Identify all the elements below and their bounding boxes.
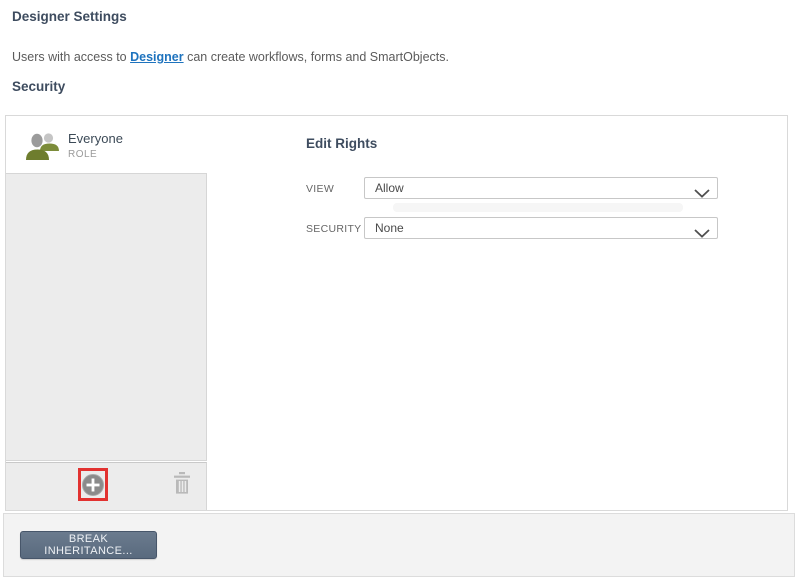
security-field-label: SECURITY	[306, 223, 362, 235]
add-button-highlight	[78, 468, 108, 501]
description-prefix: Users with access to	[12, 50, 131, 64]
page-description: Users with access to Designer can create…	[12, 50, 449, 64]
security-section-title: Security	[12, 79, 66, 94]
page-title: Designer Settings	[12, 9, 127, 24]
view-field-label: VIEW	[306, 183, 335, 195]
trash-icon	[172, 472, 192, 498]
role-people-icon	[25, 131, 61, 162]
plus-icon	[82, 473, 104, 499]
highlight-artifact	[393, 203, 683, 212]
security-select[interactable]: None	[364, 217, 718, 239]
delete-member-button[interactable]	[172, 472, 192, 495]
role-name[interactable]: Everyone	[68, 131, 123, 146]
designer-settings-page: Designer Settings Users with access to D…	[0, 0, 800, 583]
break-inheritance-button[interactable]: BREAK INHERITANCE...	[20, 531, 157, 559]
chevron-down-icon	[694, 224, 710, 244]
role-type-label: ROLE	[68, 149, 98, 160]
add-member-button[interactable]	[82, 473, 104, 499]
security-select-value: None	[375, 221, 404, 235]
security-panel: Everyone ROLE Edit Rights VIEW Allow SEC…	[5, 115, 788, 511]
description-suffix: can create workflows, forms and SmartObj…	[183, 50, 449, 64]
view-select-value: Allow	[375, 181, 404, 195]
chevron-down-icon	[694, 184, 710, 204]
edit-rights-title: Edit Rights	[306, 136, 378, 151]
view-select[interactable]: Allow	[364, 177, 718, 199]
footer-bar: BREAK INHERITANCE...	[3, 513, 795, 577]
member-list[interactable]	[6, 173, 207, 461]
designer-link[interactable]: Designer	[130, 50, 184, 64]
